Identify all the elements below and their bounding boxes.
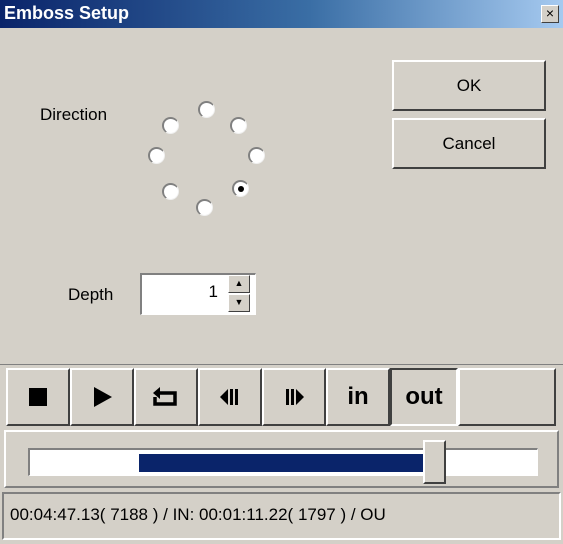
- direction-radio-sw[interactable]: [162, 183, 179, 200]
- step-back-icon: [220, 389, 238, 405]
- direction-radio-se[interactable]: [232, 180, 249, 197]
- cancel-button[interactable]: Cancel: [392, 118, 546, 169]
- window-title: Emboss Setup: [4, 3, 130, 23]
- title-bar[interactable]: Emboss Setup ×: [0, 0, 563, 28]
- direction-radio-w[interactable]: [148, 147, 165, 164]
- timeline-in-out-range: [139, 454, 425, 472]
- direction-radio-nw[interactable]: [162, 117, 179, 134]
- direction-label: Direction: [40, 105, 108, 124]
- direction-radio-n[interactable]: [198, 101, 215, 118]
- in-button[interactable]: in: [326, 368, 390, 426]
- close-button[interactable]: ×: [541, 5, 559, 23]
- timecode-status: 00:04:47.13( 7188 ) / IN: 00:01:11.22( 1…: [2, 492, 561, 540]
- direction-radio-e[interactable]: [248, 147, 265, 164]
- timeline-track[interactable]: [28, 448, 538, 476]
- step-back-button[interactable]: [198, 368, 262, 426]
- loop-icon: [153, 387, 177, 406]
- play-icon: [94, 387, 112, 407]
- loop-button[interactable]: [134, 368, 198, 426]
- step-forward-button[interactable]: [262, 368, 326, 426]
- depth-spin-down-button[interactable]: ▼: [228, 294, 250, 312]
- direction-radio-ne[interactable]: [230, 117, 247, 134]
- play-button[interactable]: [70, 368, 134, 426]
- direction-radio-s[interactable]: [196, 199, 213, 216]
- depth-spin-up-button[interactable]: ▲: [228, 275, 250, 293]
- out-button[interactable]: out: [390, 368, 458, 426]
- timeline-playhead-thumb[interactable]: [423, 440, 446, 484]
- transport-spare-button[interactable]: [458, 368, 556, 426]
- stop-button[interactable]: [6, 368, 70, 426]
- step-forward-icon: [286, 389, 304, 405]
- emboss-setup-window: Emboss Setup × Direction OK Cancel Depth…: [0, 0, 563, 544]
- ok-button[interactable]: OK: [392, 60, 546, 111]
- stop-icon: [29, 388, 47, 406]
- depth-value[interactable]: 1: [142, 282, 218, 302]
- depth-label: Depth: [68, 285, 114, 304]
